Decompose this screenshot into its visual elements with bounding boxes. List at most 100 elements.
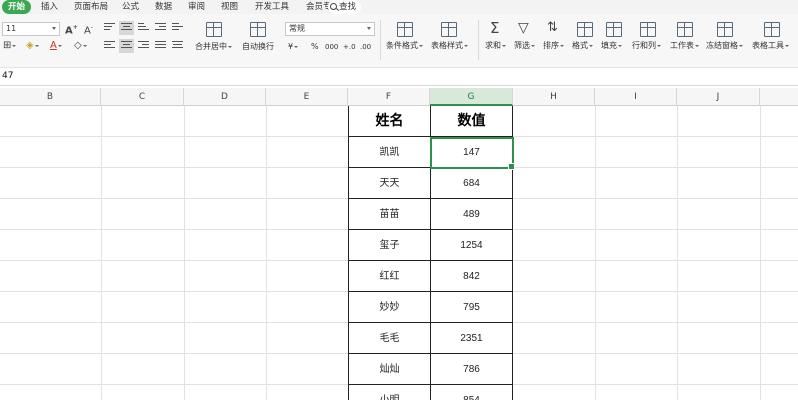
value-cell[interactable]: 684 (430, 168, 513, 199)
format-icon (577, 22, 593, 37)
value-cell[interactable]: 786 (430, 354, 513, 385)
freeze-panes-icon (717, 22, 733, 37)
filter-label: 筛选 (514, 41, 530, 50)
sort-icon: ⇅ (547, 20, 558, 35)
tab-data[interactable]: 数据 (155, 0, 172, 14)
fill-icon (606, 22, 622, 37)
column-header-e[interactable]: E (266, 88, 348, 106)
conditional-format-icon (397, 22, 413, 37)
value-cell[interactable]: 842 (430, 261, 513, 292)
tab-review[interactable]: 审阅 (188, 0, 205, 14)
ribbon-toolbar: 11 A+ A- ⊞ ◈ A ◇ 合并居中 自动换行 常规 ¥ % 000 +.… (0, 14, 798, 68)
rows-columns-icon (640, 22, 656, 37)
align-left-icon[interactable] (104, 41, 115, 51)
fill-label: 填充 (601, 41, 617, 50)
sum-icon: Σ (490, 19, 500, 37)
font-color-icon[interactable]: A (50, 40, 62, 52)
value-cell[interactable]: 2351 (430, 323, 513, 354)
column-header-c[interactable]: C (101, 88, 184, 106)
eraser-icon[interactable]: ◇ (74, 40, 87, 52)
formula-value: 47 (2, 71, 14, 81)
percent-button[interactable]: % (311, 40, 319, 54)
name-cell[interactable]: 红红 (348, 261, 430, 292)
table-row: 苗苗 489 (348, 199, 513, 230)
table-row: 灿灿 786 (348, 354, 513, 385)
align-right-icon[interactable] (138, 41, 149, 51)
tab-formulas[interactable]: 公式 (122, 0, 139, 14)
column-header-j[interactable]: J (677, 88, 760, 106)
search-box[interactable]: 查找 (328, 0, 362, 14)
column-header-h[interactable]: H (513, 88, 595, 106)
indent-decrease-icon[interactable] (155, 23, 166, 33)
text-direction-icon[interactable] (172, 23, 183, 33)
merge-center-button[interactable]: 合并居中 (195, 40, 232, 54)
border-icon[interactable]: ⊞ (3, 40, 17, 52)
search-icon (330, 3, 337, 10)
tab-view[interactable]: 视图 (221, 0, 238, 14)
align-top-icon[interactable] (104, 23, 115, 33)
grid-line (266, 106, 267, 400)
name-cell[interactable]: 毛毛 (348, 323, 430, 354)
increase-decimal-button[interactable]: +.0 (343, 40, 356, 54)
filter-icon: ▽ (518, 20, 529, 36)
sort-label: 排序 (543, 41, 559, 50)
name-cell[interactable]: 天天 (348, 168, 430, 199)
tab-insert[interactable]: 插入 (41, 0, 58, 14)
formula-bar[interactable]: 47 (0, 69, 798, 86)
grid-line (677, 106, 678, 400)
name-cell[interactable]: 苗苗 (348, 199, 430, 230)
column-header-b[interactable]: B (0, 88, 101, 106)
font-grow-icon[interactable]: A+ (65, 22, 78, 37)
tab-page-layout[interactable]: 页面布局 (74, 0, 108, 14)
font-shrink-icon[interactable]: A- (84, 22, 93, 37)
name-cell[interactable]: 小明 (348, 385, 430, 400)
ribbon-separator (478, 20, 479, 60)
wrap-text-button[interactable]: 自动换行 (242, 40, 274, 54)
menu-bar: 开始 插入 页面布局 公式 数据 审阅 视图 开发工具 会员专享 查找 (0, 0, 798, 14)
spreadsheet-grid[interactable]: 姓名 数值 凯凯 147 天天 684 苗苗 489 玺子 1254 红红 84… (0, 106, 798, 400)
header-value-cell[interactable]: 数值 (430, 106, 513, 137)
thousands-button[interactable]: 000 (325, 40, 338, 54)
name-cell[interactable]: 玺子 (348, 230, 430, 261)
fill-color-icon[interactable]: ◈ (26, 40, 39, 52)
number-format-combo[interactable]: 常规 (285, 22, 375, 36)
merge-center-label: 合并居中 (195, 42, 227, 51)
column-header-g[interactable]: G (430, 88, 513, 106)
value-cell[interactable]: 854 (430, 385, 513, 400)
justify-icon[interactable] (155, 41, 166, 51)
tab-home[interactable]: 开始 (2, 0, 32, 14)
distributed-icon[interactable] (172, 41, 183, 51)
table-header-row: 姓名 数值 (348, 106, 513, 137)
column-header-d[interactable]: D (184, 88, 266, 106)
tab-developer[interactable]: 开发工具 (255, 0, 289, 14)
worksheet-icon (677, 22, 693, 37)
decrease-decimal-button[interactable]: .00 (360, 40, 371, 54)
merge-center-icon[interactable] (206, 22, 222, 37)
column-header-f[interactable]: F (348, 88, 430, 106)
value-cell[interactable]: 795 (430, 292, 513, 323)
wrap-text-icon[interactable] (250, 22, 266, 37)
column-header-bar: B C D E F G H I J (0, 88, 798, 106)
table-tools-label: 表格工具 (752, 41, 784, 50)
value-cell[interactable]: 1254 (430, 230, 513, 261)
table-row: 红红 842 (348, 261, 513, 292)
sum-label: 求和 (485, 41, 501, 50)
freeze-panes-label: 冻结窗格 (706, 41, 738, 50)
name-cell[interactable]: 妙妙 (348, 292, 430, 323)
table-row: 天天 684 (348, 168, 513, 199)
align-bottom-icon[interactable] (138, 23, 149, 33)
table-row: 玺子 1254 (348, 230, 513, 261)
name-cell[interactable]: 灿灿 (348, 354, 430, 385)
align-center-icon[interactable] (119, 39, 134, 53)
value-cell[interactable]: 489 (430, 199, 513, 230)
name-cell[interactable]: 凯凯 (348, 137, 430, 168)
grid-line (595, 106, 596, 400)
conditional-format-label: 条件格式 (386, 41, 418, 50)
active-cell-selection[interactable] (430, 137, 515, 170)
column-header-i[interactable]: I (595, 88, 677, 106)
table-style-label: 表格样式 (431, 41, 463, 50)
header-name-cell[interactable]: 姓名 (348, 106, 430, 137)
font-size-combo[interactable]: 11 (2, 22, 60, 36)
currency-button[interactable]: ¥ (288, 40, 299, 54)
align-middle-icon[interactable] (119, 21, 134, 35)
